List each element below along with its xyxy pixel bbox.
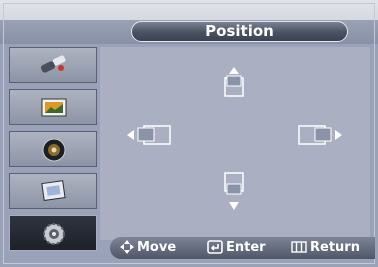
move-arrows-icon	[120, 240, 134, 254]
sidebar-item-input[interactable]	[9, 47, 97, 83]
sidebar-item-sound[interactable]	[9, 131, 97, 167]
menu-icon	[291, 241, 307, 253]
up-arrow-icon[interactable]	[219, 66, 249, 98]
channel-icon	[41, 180, 66, 202]
move-label: Move	[137, 240, 177, 255]
sidebar-item-channel[interactable]	[9, 173, 97, 209]
input-icon	[40, 55, 66, 73]
sound-icon	[42, 138, 66, 162]
footer-hints: Move Enter Return	[100, 235, 375, 259]
sidebar	[9, 47, 97, 252]
left-arrow-icon[interactable]	[126, 123, 172, 147]
enter-icon	[207, 240, 223, 254]
move-hint: Move	[120, 237, 176, 259]
enter-label: Enter	[226, 240, 266, 255]
right-arrow-icon[interactable]	[297, 123, 343, 147]
down-arrow-icon[interactable]	[219, 171, 249, 211]
sidebar-item-setup[interactable]	[9, 215, 97, 251]
picture-icon	[41, 98, 67, 117]
position-panel	[100, 47, 370, 240]
sidebar-item-picture[interactable]	[9, 89, 97, 125]
osd-screen: Position Move Enter Return	[0, 0, 378, 267]
return-label: Return	[310, 240, 360, 255]
enter-hint: Enter	[207, 237, 266, 259]
setup-icon	[43, 223, 65, 245]
return-hint: Return	[291, 237, 360, 259]
